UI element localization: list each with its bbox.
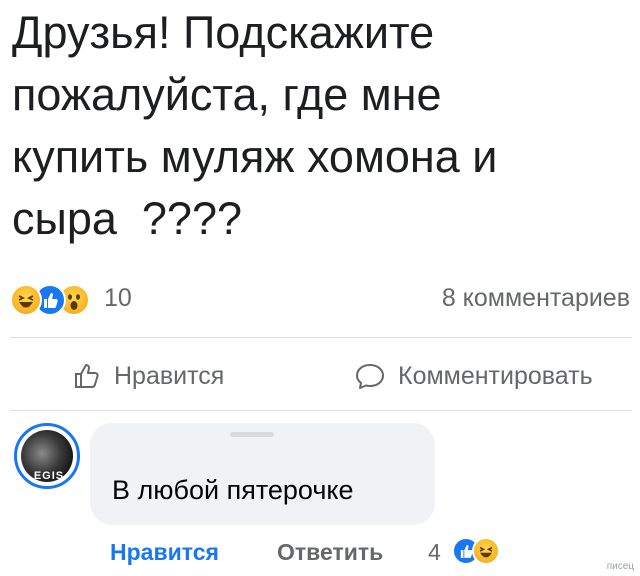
avatar[interactable]: EGIS bbox=[14, 423, 80, 489]
comment-reaction-icons[interactable] bbox=[452, 537, 522, 565]
comment-button-label: Комментировать bbox=[398, 361, 593, 390]
reaction-icons[interactable] bbox=[10, 284, 100, 316]
like-button-label: Нравится bbox=[114, 361, 225, 390]
speech-bubble-icon bbox=[356, 364, 384, 389]
reactions-summary[interactable]: 10 8 комментариев bbox=[10, 282, 630, 316]
comment-reply-link[interactable]: Ответить bbox=[277, 539, 383, 566]
reaction-count: 10 bbox=[104, 284, 132, 312]
post-text: Друзья! Подскажите пожалуйста, где мне к… bbox=[12, 7, 498, 244]
comment-bubble[interactable]: В любой пятерочке bbox=[90, 423, 435, 525]
avatar-tag: EGIS bbox=[33, 470, 65, 482]
comment-reaction-count: 4 bbox=[428, 539, 441, 565]
watermark: писец bbox=[606, 561, 634, 572]
comment-button[interactable]: Комментировать bbox=[354, 356, 593, 396]
thumbs-up-icon bbox=[75, 364, 99, 388]
commenter-name-redacted bbox=[230, 432, 274, 437]
haha-icon bbox=[472, 537, 500, 565]
comment-actions: Нравится Ответить 4 bbox=[110, 535, 530, 571]
like-button[interactable]: Нравится bbox=[72, 356, 224, 396]
comment-text: В любой пятерочке bbox=[112, 475, 354, 505]
haha-icon bbox=[10, 284, 42, 316]
divider bbox=[10, 410, 632, 411]
comment-like-link[interactable]: Нравится bbox=[110, 539, 219, 566]
divider bbox=[10, 337, 632, 338]
comments-count-link[interactable]: 8 комментариев bbox=[442, 284, 630, 313]
